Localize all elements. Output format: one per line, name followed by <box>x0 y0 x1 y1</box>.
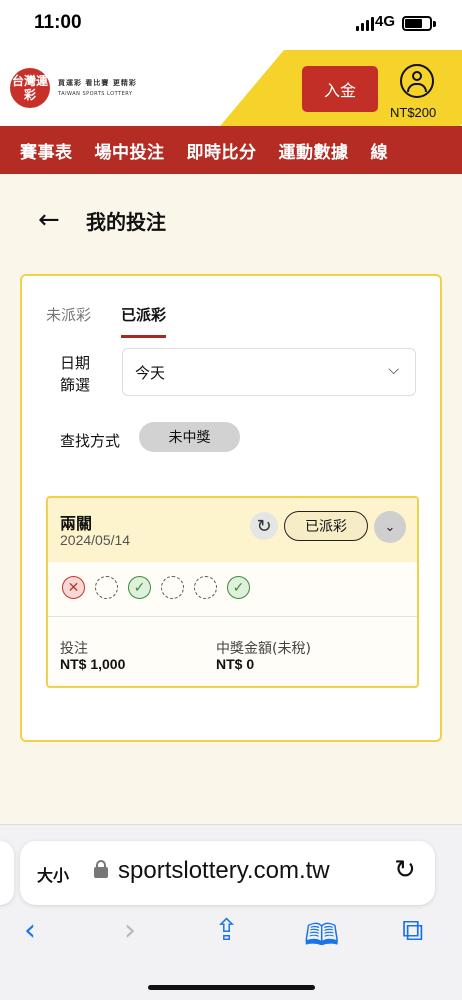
leg-win-icon: ✓ <box>128 576 151 599</box>
bet-type: 兩關 <box>60 514 93 533</box>
tab-unsettled[interactable]: 未派彩 <box>46 304 91 338</box>
leg-pending-icon <box>161 576 184 599</box>
bet-card[interactable]: 兩關 2024/05/14 ↻ 已派彩 ⌄ ✕ ✓ ✓ 投注 NT$ 1,000… <box>46 496 419 688</box>
battery-icon <box>402 16 436 31</box>
bet-status-badge: 已派彩 <box>284 511 368 541</box>
leg-pending-icon <box>95 576 118 599</box>
stake-label: 投注 <box>60 641 88 657</box>
logo-english-name: TAIWAN SPORTS LOTTERY <box>58 91 133 97</box>
nav-item-live-scores[interactable]: 即時比分 <box>165 138 257 163</box>
page-title-row: ← 我的投注 <box>38 205 166 235</box>
prize-label: 中獎金額(未稅) <box>216 641 311 657</box>
bookmarks-icon[interactable]: 🕮 <box>304 913 339 964</box>
leg-win-icon: ✓ <box>227 576 250 599</box>
my-bets-panel: 未派彩 已派彩 日期 篩選 今天 ⌵ 查找方式 未中獎 兩關 2024/05/14… <box>20 274 442 742</box>
share-icon[interactable]: ⇪ <box>214 913 239 948</box>
leg-pending-icon <box>194 576 217 599</box>
reload-icon[interactable]: ↻ <box>394 855 416 885</box>
date-filter-label: 日期 篩選 <box>60 354 91 394</box>
network-type: 4G <box>375 13 396 30</box>
text-size-button[interactable]: 大小 <box>37 862 69 886</box>
main-nav: 賽事表 場中投注 即時比分 運動數據 線 <box>0 126 462 174</box>
prize-value: NT$ 0 <box>216 656 255 672</box>
leg-lose-icon: ✕ <box>62 576 85 599</box>
home-indicator <box>148 985 315 990</box>
status-bar: 11:00 4G <box>0 0 462 50</box>
refresh-icon[interactable]: ↻ <box>250 512 278 540</box>
chevron-down-icon[interactable]: ⌄ <box>374 511 406 543</box>
find-method-label: 查找方式 <box>60 432 121 450</box>
address-bar[interactable]: 大小 sportslottery.com.tw ↻ <box>20 841 435 905</box>
browser-chrome: 大小 sportslottery.com.tw ↻ ‹ › ⇪ 🕮 ⧉ <box>0 824 462 1000</box>
bet-legs: ✕ ✓ ✓ <box>62 576 250 599</box>
lock-icon <box>94 860 108 878</box>
nav-item-sports-data[interactable]: 運動數據 <box>257 138 349 163</box>
page-title: 我的投注 <box>86 209 166 234</box>
chevron-down-icon: ⌵ <box>388 362 399 378</box>
bet-card-divider <box>48 616 417 617</box>
bet-status-tabs: 未派彩 已派彩 <box>46 304 167 338</box>
nav-item-live-betting[interactable]: 場中投注 <box>73 138 165 163</box>
account-balance: NT$200 <box>390 105 437 120</box>
browser-toolbar: ‹ › ⇪ 🕮 ⧉ <box>0 913 462 953</box>
back-arrow-icon[interactable]: ← <box>38 205 78 235</box>
status-time: 11:00 <box>34 12 82 33</box>
date-filter-value: 今天 <box>135 363 166 382</box>
bet-date: 2024/05/14 <box>60 532 131 548</box>
forward-icon[interactable]: › <box>124 913 136 948</box>
previous-tab-edge[interactable] <box>0 841 14 905</box>
logo-slogan: 買運彩 看比賽 更精彩 <box>58 79 137 87</box>
site-logo[interactable]: 台灣運彩 <box>10 68 50 108</box>
site-header: 台灣運彩 買運彩 看比賽 更精彩 TAIWAN SPORTS LOTTERY 入… <box>0 50 462 126</box>
tab-settled[interactable]: 已派彩 <box>121 304 167 338</box>
signal-icon <box>356 17 374 31</box>
nav-item-schedule[interactable]: 賽事表 <box>0 138 73 163</box>
stake-value: NT$ 1,000 <box>60 656 126 672</box>
deposit-button[interactable]: 入金 <box>302 66 378 112</box>
date-filter-select[interactable]: 今天 ⌵ <box>122 348 416 396</box>
account-icon[interactable] <box>400 64 434 98</box>
url-text[interactable]: sportslottery.com.tw <box>118 857 330 885</box>
nav-item-more[interactable]: 線 <box>349 138 389 163</box>
logo-slogan-block: 買運彩 看比賽 更精彩 TAIWAN SPORTS LOTTERY <box>58 78 137 97</box>
find-method-chip[interactable]: 未中獎 <box>139 422 240 452</box>
back-icon[interactable]: ‹ <box>24 913 36 948</box>
tabs-icon[interactable]: ⧉ <box>402 913 423 948</box>
